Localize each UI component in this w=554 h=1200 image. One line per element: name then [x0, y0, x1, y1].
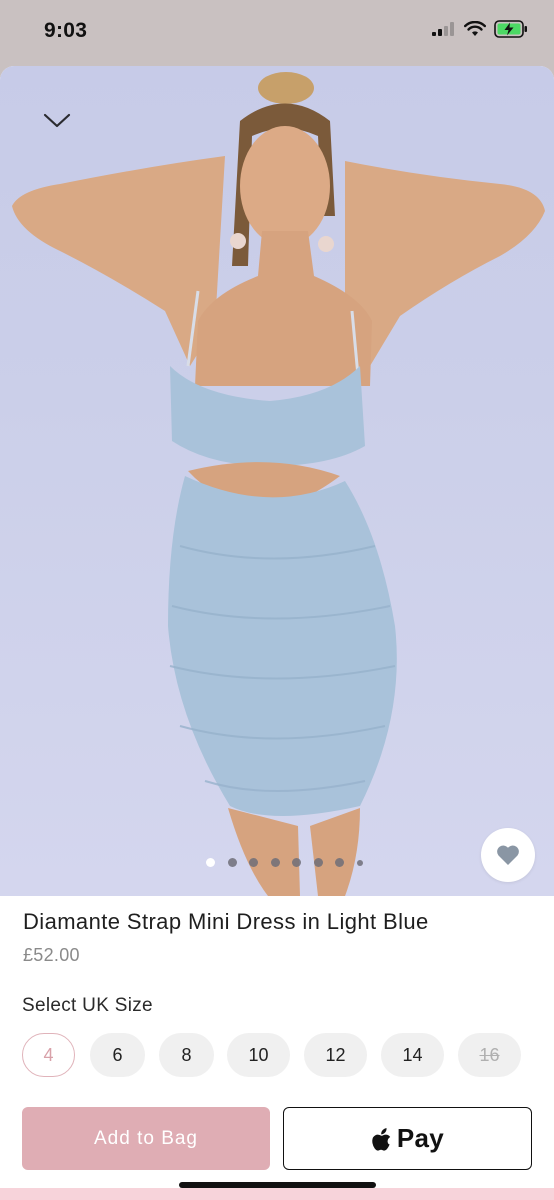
size-selector-label: Select UK Size — [22, 995, 153, 1016]
bottom-banner — [0, 1188, 554, 1200]
apple-logo-icon — [372, 1127, 391, 1151]
chevron-down-icon[interactable] — [40, 108, 74, 132]
carousel-dot[interactable] — [292, 858, 301, 867]
carousel-dot[interactable] — [249, 858, 258, 867]
status-time: 9:03 — [44, 19, 88, 42]
size-option-14[interactable]: 14 — [381, 1033, 444, 1077]
carousel-dot[interactable] — [270, 858, 280, 867]
signal-icon — [432, 22, 454, 36]
product-image[interactable] — [0, 66, 554, 896]
product-price: £52.00 — [23, 945, 80, 965]
carousel-dot[interactable] — [356, 859, 363, 866]
size-option-8[interactable]: 8 — [159, 1033, 214, 1077]
size-option-4[interactable]: 4 — [22, 1033, 75, 1077]
size-option-10[interactable]: 10 — [227, 1033, 290, 1077]
product-sheet: Diamante Strap Mini Dress in Light Blue … — [0, 66, 554, 1200]
heart-icon — [497, 845, 519, 865]
carousel-dot[interactable] — [335, 858, 344, 867]
model-photo — [12, 72, 545, 896]
carousel-dot[interactable] — [206, 858, 215, 867]
apple-pay-label: Pay — [396, 1123, 445, 1153]
status-bar: 9:03 — [0, 0, 554, 62]
home-indicator[interactable] — [179, 1182, 376, 1188]
size-option-12[interactable]: 12 — [304, 1033, 367, 1077]
apple-pay-button[interactable]: Pay — [283, 1107, 532, 1170]
product-title: Diamante Strap Mini Dress in Light Blue — [23, 909, 429, 934]
size-option-16[interactable]: 16 — [458, 1033, 521, 1077]
size-option-6[interactable]: 6 — [90, 1033, 145, 1077]
add-to-bag-button[interactable]: Add to Bag — [22, 1107, 270, 1170]
carousel-dots — [206, 858, 363, 867]
favorite-button[interactable] — [481, 828, 535, 882]
wifi-icon — [464, 21, 486, 36]
carousel-dot[interactable] — [227, 858, 237, 867]
status-icons — [432, 20, 528, 38]
battery-charging-icon — [494, 20, 527, 38]
carousel-dot[interactable] — [313, 858, 323, 867]
